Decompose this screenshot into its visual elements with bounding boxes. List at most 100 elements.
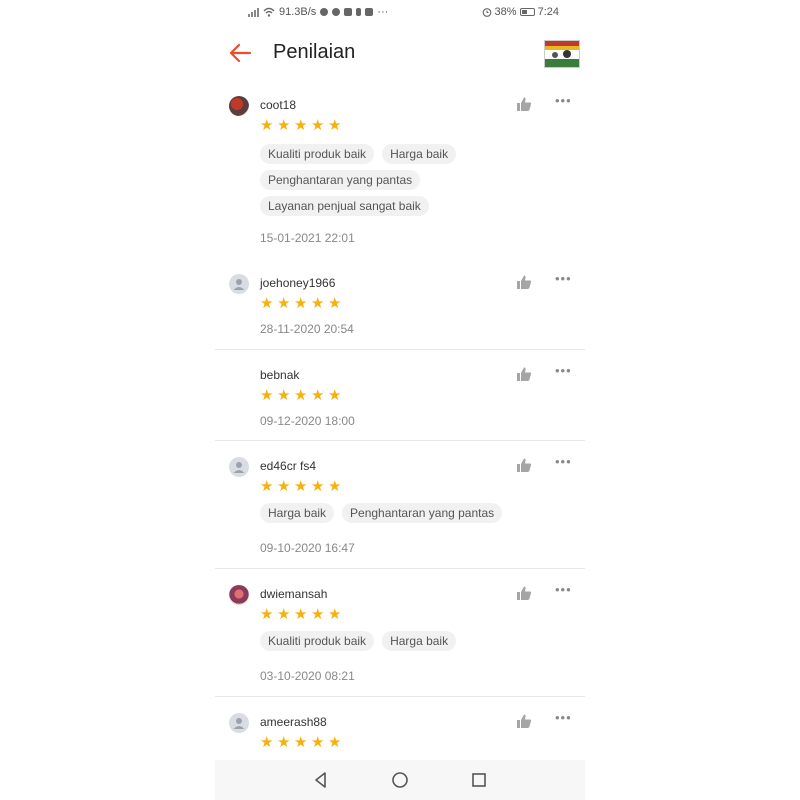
nav-home-icon[interactable] (390, 770, 410, 790)
star-icon: ★ (294, 478, 308, 495)
more-options-icon[interactable]: ••• (555, 272, 573, 288)
review-tag[interactable]: Kualiti produk baik (260, 631, 375, 651)
review-tags: Harga baik Penghantaran yang pantas (260, 503, 560, 529)
system-nav-bar (215, 760, 585, 800)
review-date: 09-12-2020 18:00 (260, 414, 355, 428)
star-icon: ★ (277, 295, 291, 312)
nav-recents-icon[interactable] (469, 770, 489, 790)
clock: 7:24 (537, 6, 559, 18)
divider (215, 440, 585, 441)
user-avatar[interactable] (229, 457, 249, 477)
nav-back-icon[interactable] (311, 770, 331, 790)
status-right: 38% 7:24 (482, 6, 559, 18)
review-tag[interactable]: Harga baik (382, 631, 457, 651)
star-icon: ★ (294, 734, 308, 751)
star-icon: ★ (328, 387, 342, 404)
star-icon: ★ (294, 606, 308, 623)
signal-icon (248, 7, 259, 17)
divider (215, 696, 585, 697)
star-rating: ★ ★ ★ ★ ★ (260, 388, 343, 403)
review-tag[interactable]: Kualiti produk baik (260, 144, 375, 164)
star-rating: ★ ★ ★ ★ ★ (260, 735, 343, 750)
review-tag[interactable]: Harga baik (382, 144, 457, 164)
star-icon: ★ (260, 295, 274, 312)
product-thumbnail[interactable] (544, 40, 580, 68)
default-user-icon (233, 718, 245, 729)
gallery-icon (365, 8, 374, 16)
thumbs-up-icon[interactable] (516, 96, 532, 112)
review-date: 03-10-2020 08:21 (260, 669, 355, 683)
divider (215, 568, 585, 569)
review-date: 28-11-2020 20:54 (260, 322, 354, 336)
star-icon: ★ (311, 734, 325, 751)
star-rating: ★ ★ ★ ★ ★ (260, 607, 343, 622)
review-item: dwiemansah ••• ★ ★ ★ ★ ★ Kualiti produk baik… (215, 581, 585, 691)
network-speed: 91.3B/s (279, 6, 317, 18)
user-avatar[interactable] (229, 585, 249, 605)
product-image-icon (545, 41, 579, 67)
default-user-icon (233, 279, 245, 290)
review-username: ameerash88 (260, 715, 327, 729)
user-avatar[interactable] (229, 713, 249, 733)
review-item: joehoney1966 ••• ★ ★ ★ ★ ★ 28-11-2020 20:54 (215, 270, 585, 340)
back-button[interactable] (225, 38, 255, 68)
thumbs-up-icon[interactable] (516, 585, 532, 601)
facebook-icon (332, 8, 341, 16)
phone-screen: 91.3B/s ··· 38% 7:24 Penilaian coot18 ••… (215, 0, 585, 800)
thumbs-up-icon[interactable] (516, 274, 532, 290)
more-options-icon[interactable]: ••• (555, 711, 573, 727)
review-date: 15-01-2021 22:01 (260, 231, 355, 245)
whatsapp-icon (320, 8, 329, 16)
star-icon: ★ (328, 117, 342, 134)
review-item: ed46cr fs4 ••• ★ ★ ★ ★ ★ Harga baik Penghant… (215, 453, 585, 563)
star-icon: ★ (311, 117, 325, 134)
page-title: Penilaian (273, 41, 356, 63)
more-options-icon[interactable]: ••• (555, 94, 573, 110)
star-icon: ★ (277, 734, 291, 751)
review-username: bebnak (260, 368, 300, 382)
review-tag[interactable]: Layanan penjual sangat baik (260, 196, 429, 216)
review-tag[interactable]: Penghantaran yang pantas (260, 170, 421, 190)
battery-percent: 38% (494, 6, 517, 18)
star-icon: ★ (328, 478, 342, 495)
star-rating: ★ ★ ★ ★ ★ (260, 118, 343, 133)
wifi-icon (263, 7, 275, 17)
star-rating: ★ ★ ★ ★ ★ (260, 296, 343, 311)
star-icon: ★ (294, 387, 308, 404)
more-notifications: ··· (377, 6, 389, 18)
review-tags: Kualiti produk baik Harga baik Penghanta… (260, 144, 560, 222)
star-icon: ★ (277, 478, 291, 495)
thumbs-up-icon[interactable] (516, 457, 532, 473)
review-username: ed46cr fs4 (260, 459, 317, 473)
more-options-icon[interactable]: ••• (555, 455, 573, 471)
review-date: 09-10-2020 16:47 (260, 541, 355, 555)
user-avatar[interactable] (229, 274, 249, 294)
user-avatar[interactable] (229, 96, 249, 116)
star-icon: ★ (294, 117, 308, 134)
star-icon: ★ (311, 606, 325, 623)
thumbs-up-icon[interactable] (516, 366, 532, 382)
more-options-icon[interactable]: ••• (555, 364, 573, 380)
review-username: coot18 (260, 98, 297, 112)
review-tag[interactable]: Penghantaran yang pantas (342, 503, 503, 523)
back-arrow-icon (229, 43, 252, 63)
star-icon: ★ (294, 295, 308, 312)
header: Penilaian (215, 30, 585, 76)
star-icon: ★ (260, 387, 274, 404)
status-bar: 91.3B/s ··· 38% 7:24 (215, 0, 585, 26)
star-icon: ★ (260, 478, 274, 495)
star-icon: ★ (328, 734, 342, 751)
review-item: bebnak ••• ★ ★ ★ ★ ★ 09-12-2020 18:00 (215, 362, 585, 432)
review-tag[interactable]: Harga baik (260, 503, 335, 523)
review-item: ameerash88 ••• ★ ★ ★ ★ ★ (215, 709, 585, 759)
star-icon: ★ (311, 387, 325, 404)
star-rating: ★ ★ ★ ★ ★ (260, 479, 343, 494)
thumbs-up-icon[interactable] (516, 713, 532, 729)
app-notification-icon (344, 8, 353, 16)
review-item: coot18 ••• ★ ★ ★ ★ ★ Kualiti produk baik Har… (215, 92, 585, 252)
review-username: dwiemansah (260, 587, 328, 601)
star-icon: ★ (260, 117, 274, 134)
star-icon: ★ (277, 606, 291, 623)
star-icon: ★ (311, 295, 325, 312)
more-options-icon[interactable]: ••• (555, 583, 573, 599)
